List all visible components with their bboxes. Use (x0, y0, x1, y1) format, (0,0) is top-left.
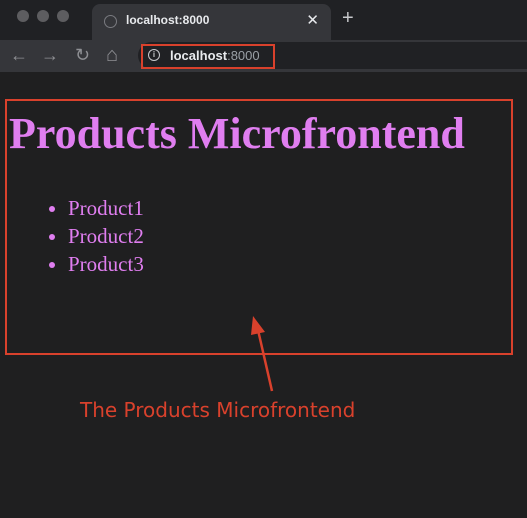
globe-icon (104, 15, 117, 28)
window-close-dot[interactable] (17, 10, 29, 22)
home-icon[interactable]: ⌂ (106, 44, 118, 66)
tab-strip: localhost:8000 ✕ + (0, 0, 527, 40)
list-item: Product1 (68, 194, 144, 222)
address-highlight-box (141, 44, 275, 69)
tab-localhost[interactable]: localhost:8000 ✕ (92, 4, 331, 40)
close-icon[interactable]: ✕ (306, 11, 319, 29)
window-zoom-dot[interactable] (57, 10, 69, 22)
annotation-label: The Products Microfrontend (80, 398, 356, 422)
plus-icon[interactable]: + (342, 7, 354, 30)
reload-icon[interactable]: ↻ (75, 44, 90, 66)
page-title: Products Microfrontend (9, 109, 465, 158)
arrow-right-icon[interactable]: → (41, 44, 59, 66)
page-content: Products Microfrontend Product1 Product2… (0, 72, 527, 518)
tab-title: localhost:8000 (126, 13, 210, 27)
product-list: Product1 Product2 Product3 (28, 194, 144, 278)
browser-window: localhost:8000 ✕ + ← → ↻ ⌂ i localhost:8… (0, 0, 527, 518)
list-item: Product2 (68, 222, 144, 250)
list-item: Product3 (68, 250, 144, 278)
window-minimize-dot[interactable] (37, 10, 49, 22)
arrow-left-icon[interactable]: ← (10, 44, 28, 66)
